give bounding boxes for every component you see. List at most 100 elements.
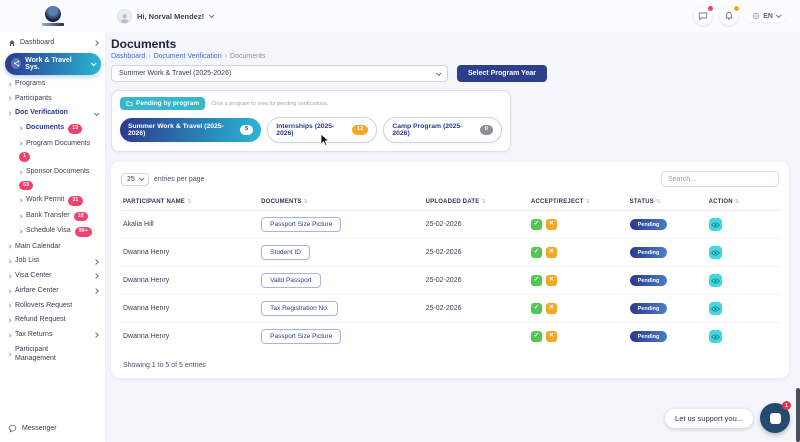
- messages-button[interactable]: [694, 5, 715, 25]
- accept-button[interactable]: ✓: [530, 275, 542, 286]
- chevron-right-icon: [7, 259, 12, 264]
- folder-icon: [126, 101, 133, 107]
- sidebar-item-bank-transfer[interactable]: Bank Transfer 18: [4, 209, 102, 225]
- chevron-right-icon: [7, 111, 12, 116]
- user-greeting: Hi, Norval Mendez!: [137, 11, 205, 21]
- chevron-down-icon: [93, 110, 100, 116]
- uploaded-date: [424, 323, 529, 351]
- accept-button[interactable]: ✓: [530, 303, 542, 314]
- view-button[interactable]: [708, 274, 722, 287]
- sidebar-item-doc-verification[interactable]: Doc Verification: [4, 106, 102, 121]
- sidebar-item-main-calendar[interactable]: Main Calendar: [4, 240, 102, 255]
- chevron-right-icon: [93, 332, 99, 339]
- document-button[interactable]: Valid Passport: [261, 273, 321, 288]
- chevron-right-icon: [18, 214, 23, 219]
- tab-internships[interactable]: Internships (2025-2026) 12: [267, 117, 378, 143]
- messages-badge: [707, 5, 715, 12]
- chevron-right-icon: [7, 244, 12, 249]
- chevron-right-icon: [7, 96, 12, 101]
- document-button[interactable]: Student ID: [261, 245, 310, 260]
- top-bar: Hi, Norval Mendez! EN: [0, 0, 800, 32]
- reject-button[interactable]: ✕: [545, 303, 557, 314]
- sidebar-item-visa-center[interactable]: Visa Center: [4, 269, 102, 284]
- document-button[interactable]: Passport Size Picture: [261, 217, 342, 232]
- col-status[interactable]: STATUS ⇅: [627, 195, 707, 211]
- col-action[interactable]: ACTION ⇅: [706, 195, 779, 211]
- user-menu[interactable]: Hi, Norval Mendez!: [117, 8, 215, 24]
- chevron-right-icon: [93, 258, 99, 265]
- reject-button[interactable]: ✕: [545, 219, 557, 230]
- sidebar-item-work-permit[interactable]: Work Permit 31: [4, 193, 102, 209]
- breadcrumb: Dashboard › Document Verification › Docu…: [111, 53, 789, 60]
- chevron-right-icon: [18, 126, 23, 131]
- sidebar-item-program-documents[interactable]: Program Documents 1: [4, 137, 102, 165]
- col-participant-name[interactable]: PARTICIPANT NAME ⇅: [121, 195, 260, 211]
- table-row: Dwanna Henry Student ID 25-02-2026 ✓ ✕ Pe…: [121, 238, 779, 267]
- tab-summer-work-travel[interactable]: Summer Work & Travel (2025-2026) 5: [120, 118, 262, 142]
- document-button[interactable]: Passport Size Picture: [261, 329, 342, 344]
- support-badge: 1: [782, 401, 791, 410]
- breadcrumb-dashboard[interactable]: Dashboard: [111, 53, 145, 60]
- tab-camp-program[interactable]: Camp Program (2025-2026) 0: [383, 117, 502, 143]
- sidebar-item-schedule-visa[interactable]: Schedule Visa 99+: [4, 224, 102, 240]
- sidebar-item-job-list[interactable]: Job List: [4, 254, 102, 269]
- sidebar-item-refund-request[interactable]: Refund Request: [4, 313, 102, 328]
- chevron-right-icon: [7, 352, 12, 357]
- program-year-select[interactable]: Summer Work & Travel (2025-2026): [111, 65, 448, 82]
- sidebar-item-programs[interactable]: Programs: [4, 77, 102, 92]
- status-badge: Pending: [629, 303, 668, 314]
- accept-button[interactable]: ✓: [530, 247, 542, 258]
- sort-icon: ⇅: [734, 199, 740, 205]
- accept-button[interactable]: ✓: [530, 331, 542, 342]
- reject-button[interactable]: ✕: [545, 275, 557, 286]
- document-button[interactable]: Tax Registration No.: [261, 301, 338, 316]
- sidebar-item-messenger[interactable]: Messenger: [4, 419, 102, 438]
- sort-icon: ⇅: [481, 199, 487, 205]
- count-badge: 1: [19, 152, 31, 162]
- search-input[interactable]: [661, 171, 779, 187]
- page-size-select[interactable]: 25: [121, 172, 149, 186]
- view-button[interactable]: [708, 246, 722, 259]
- accept-button[interactable]: ✓: [530, 219, 542, 230]
- avatar: [117, 8, 132, 24]
- scrollbar-thumb[interactable]: [796, 388, 800, 442]
- sidebar-item-participant-management[interactable]: Participant Management: [4, 343, 102, 367]
- sidebar: Dashboard Work & Travel Sys. Programs Pa…: [0, 32, 105, 442]
- chevron-right-icon: [7, 274, 12, 279]
- select-program-year-button[interactable]: Select Program Year: [457, 65, 547, 82]
- pending-hint-text: Click a program to view its pending veri…: [211, 100, 329, 107]
- sort-icon: ⇅: [585, 199, 591, 205]
- sidebar-item-tax-returns[interactable]: Tax Returns: [4, 328, 102, 343]
- language-selector[interactable]: EN: [746, 10, 786, 22]
- participant-name: Dwanna Henry: [121, 238, 260, 267]
- col-accept-reject[interactable]: ACCEPT/REJECT ⇅: [528, 195, 628, 211]
- sidebar-item-dashboard[interactable]: Dashboard: [4, 36, 102, 51]
- sidebar-item-airfare-center[interactable]: Airfare Center: [4, 284, 102, 299]
- reject-button[interactable]: ✕: [545, 247, 557, 258]
- main-content: Documents Dashboard › Document Verificat…: [105, 32, 800, 442]
- entries-summary: Showing 1 to 5 of 5 entries: [123, 362, 206, 369]
- col-documents[interactable]: DOCUMENTS ⇅: [259, 195, 424, 211]
- reject-button[interactable]: ✕: [545, 331, 557, 342]
- breadcrumb-separator: ›: [148, 53, 151, 60]
- notifications-button[interactable]: [720, 5, 741, 25]
- tab-count-badge: 12: [351, 125, 369, 135]
- notifications-badge: [733, 5, 741, 12]
- home-icon: [9, 40, 15, 47]
- sidebar-item-participants[interactable]: Participants: [4, 92, 102, 107]
- sidebar-item-sponsor-documents[interactable]: Sponsor Documents 63: [4, 165, 102, 193]
- support-chat-button[interactable]: 1: [760, 401, 791, 433]
- view-button[interactable]: [708, 330, 722, 343]
- sidebar-item-work-travel-sys[interactable]: Work & Travel Sys.: [5, 52, 101, 75]
- sidebar-item-rollovers-request[interactable]: Rollovers Request: [4, 299, 102, 314]
- count-badge: 63: [19, 180, 34, 190]
- view-button[interactable]: [708, 218, 722, 231]
- sidebar-item-documents[interactable]: Documents 13: [4, 121, 102, 137]
- chevron-down-icon: [435, 69, 442, 76]
- view-button[interactable]: [708, 302, 722, 315]
- chevron-down-icon: [91, 60, 97, 66]
- chevron-down-icon: [208, 12, 215, 19]
- eye-icon: [710, 278, 720, 283]
- col-uploaded-date[interactable]: UPLOADED DATE ⇅: [423, 195, 529, 211]
- breadcrumb-document-verification[interactable]: Document Verification: [154, 53, 222, 60]
